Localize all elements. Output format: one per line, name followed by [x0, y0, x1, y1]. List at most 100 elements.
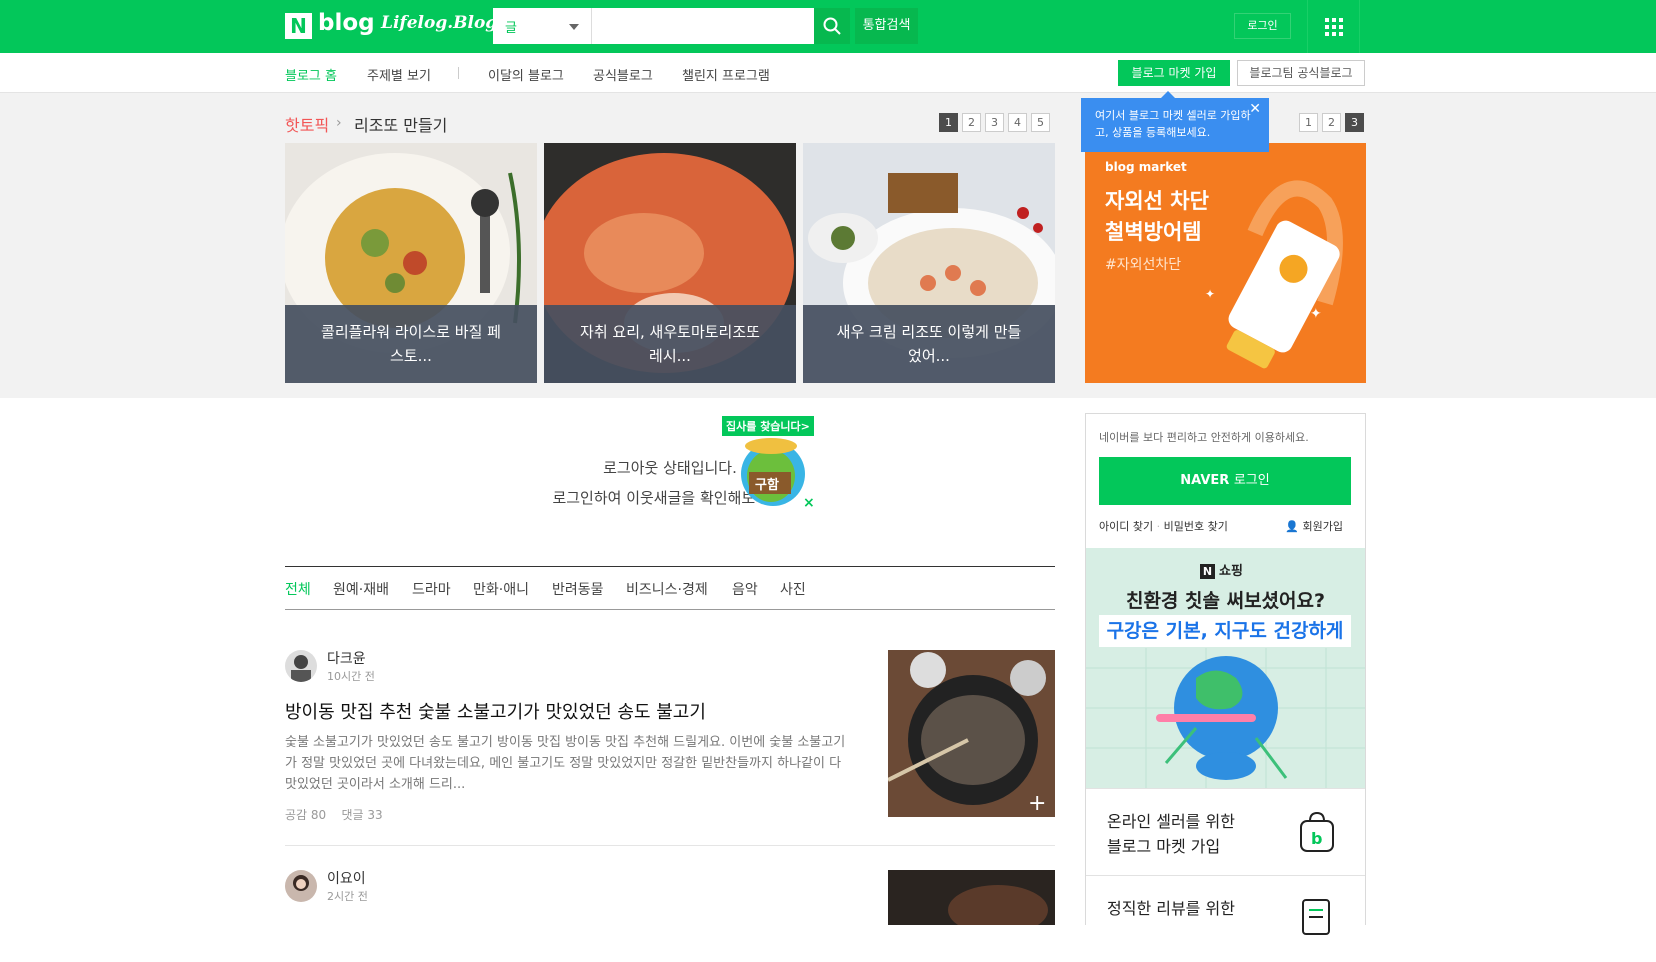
pager-page[interactable]: 3: [985, 113, 1004, 132]
ad-headline-line1: 자외선 차단: [1105, 189, 1209, 213]
close-icon[interactable]: ✕: [1249, 101, 1261, 118]
hot-card-caption: 자취 요리, 새우토마토리조또 레시...: [544, 305, 796, 383]
lifelog-logo[interactable]: Lifelog.Blog: [381, 13, 497, 33]
tab-comics[interactable]: 만화·애니: [473, 579, 529, 599]
sidebar: 네이버를 보다 편리하고 안전하게 이용하세요. NAVER 로그인 아이디 찾…: [1085, 413, 1366, 935]
post-excerpt[interactable]: 숯불 소불고기가 맛있었던 송도 불고기 방이동 맛집 방이동 맛집 추천해 드…: [285, 732, 850, 795]
ad-pager: 1 2 3: [1299, 113, 1364, 132]
total-search-button[interactable]: 통합검색: [855, 8, 918, 44]
shopping-label: N 쇼핑: [1200, 560, 1243, 579]
naver-login-brand: NAVER: [1180, 473, 1230, 488]
official-blog-button[interactable]: 블로그팀 공식블로그: [1237, 60, 1365, 86]
hot-topic-title[interactable]: 리조또 만들기: [354, 112, 447, 136]
shopping-label-text: 쇼핑: [1219, 564, 1243, 579]
nav-official-blog[interactable]: 공식블로그: [593, 65, 653, 84]
promo-line1: 온라인 셀러를 위한: [1107, 812, 1235, 831]
hot-topic-pager: 1 2 3 4 5: [939, 113, 1050, 132]
find-pw-link[interactable]: 비밀번호 찾기: [1164, 520, 1228, 533]
promo-market-join[interactable]: 온라인 셀러를 위한 블로그 마켓 가입 b: [1086, 788, 1365, 875]
pager-page[interactable]: 1: [1299, 113, 1318, 132]
blog-logo[interactable]: blog: [318, 10, 375, 36]
pager-page[interactable]: 5: [1031, 113, 1050, 132]
pager-page[interactable]: 4: [1008, 113, 1027, 132]
post-title[interactable]: 방이동 맛집 추천 숯불 소불고기가 맛있었던 송도 불고기: [285, 698, 706, 724]
post-comments: 댓글 33: [341, 808, 383, 822]
shopping-subheadline: 구강은 기본, 지구도 건강하게: [1099, 615, 1351, 647]
shopping-headline: 친환경 칫솔 써보셨어요?: [1125, 590, 1326, 612]
nav-monthly-blog[interactable]: 이달의 블로그: [488, 65, 564, 84]
promo-text: 정직한 리뷰를 위한: [1107, 896, 1235, 921]
service-menu-button[interactable]: [1307, 0, 1360, 53]
avatar[interactable]: [285, 650, 317, 682]
category-tabs: 전체 원예·재배 드라마 만화·애니 반려동물 비즈니스·경제 음악 사진: [285, 566, 1055, 610]
search-button[interactable]: [814, 8, 850, 44]
promo-line1: 정직한 리뷰를 위한: [1107, 899, 1235, 918]
tab-gardening[interactable]: 원예·재배: [333, 579, 389, 599]
hot-card[interactable]: 새우 크림 리조또 이렇게 만들었어...: [803, 143, 1055, 383]
close-icon[interactable]: ×: [803, 495, 815, 511]
promo-line2: 블로그 마켓 가입: [1107, 837, 1221, 856]
search-input[interactable]: [592, 8, 814, 44]
post-thumbnail[interactable]: [888, 870, 1055, 925]
ad-brand: blog market: [1105, 160, 1187, 174]
find-id-link[interactable]: 아이디 찾기: [1099, 520, 1153, 533]
nav-topics[interactable]: 주제별 보기: [367, 65, 431, 84]
svg-text:✦: ✦: [1205, 287, 1215, 301]
avatar[interactable]: [285, 870, 317, 902]
logout-line2[interactable]: 로그인하여 이웃새글을 확인해보세요.: [285, 483, 1055, 513]
post-author[interactable]: 이요이: [327, 868, 366, 888]
shopping-ad[interactable]: N 쇼핑 친환경 칫솔 써보셨어요? 구강은 기본, 지구도 건강하게: [1086, 548, 1365, 788]
plus-icon: +: [1028, 791, 1046, 816]
nav-challenge[interactable]: 챌린지 프로그램: [682, 65, 770, 84]
tab-drama[interactable]: 드라마: [412, 579, 451, 599]
ad-headline-line2: 철벽방어템: [1105, 220, 1202, 244]
naver-logo[interactable]: N: [285, 13, 312, 39]
logout-message: 로그아웃 상태입니다. 로그인하여 이웃새글을 확인해보세요.: [285, 453, 1055, 513]
promo-text: 온라인 셀러를 위한 블로그 마켓 가입: [1107, 809, 1235, 859]
tab-all[interactable]: 전체: [285, 579, 311, 599]
market-tooltip: 여기서 블로그 마켓 셀러로 가입하고, 상품을 등록해보세요. ✕: [1081, 91, 1269, 152]
chevron-right-icon: ›: [336, 115, 342, 131]
hot-topic-label[interactable]: 핫토픽: [285, 112, 329, 136]
hot-card-caption: 콜리플라워 라이스로 바질 페스토...: [285, 305, 537, 383]
blog-market-ad[interactable]: ✦ ✦ blog market 자외선 차단 철벽방어템 #자외선차단: [1085, 143, 1366, 383]
hot-card[interactable]: 자취 요리, 새우토마토리조또 레시...: [544, 143, 796, 383]
post-item[interactable]: 다크윤 10시간 전 방이동 맛집 추천 숯불 소불고기가 맛있었던 송도 불고…: [285, 650, 1055, 845]
pager-page[interactable]: 2: [1322, 113, 1341, 132]
post-time: 10시간 전: [327, 670, 375, 683]
post-item[interactable]: 이요이 2시간 전: [285, 870, 1055, 925]
toothbrush-illustration: [1086, 648, 1365, 788]
find-links: 아이디 찾기 · 비밀번호 찾기: [1099, 520, 1228, 533]
pager-page[interactable]: 1: [939, 113, 958, 132]
market-join-button[interactable]: 블로그 마켓 가입: [1118, 60, 1230, 86]
character-sign: 구함: [755, 477, 779, 493]
join-label: 회원가입: [1302, 520, 1343, 533]
login-button[interactable]: 로그인: [1234, 13, 1291, 39]
ad-headline: 자외선 차단 철벽방어템: [1105, 186, 1209, 248]
tab-pets[interactable]: 반려동물: [552, 579, 604, 599]
post-likes: 공감 80: [285, 808, 327, 822]
shopping-bag-icon: b: [1300, 811, 1334, 852]
chevron-down-icon: [569, 24, 579, 30]
pager-page[interactable]: 3: [1345, 113, 1364, 132]
svg-text:✦: ✦: [1310, 306, 1322, 322]
character-mascot[interactable]: 구함 ×: [735, 432, 815, 512]
document-icon: [1302, 899, 1330, 935]
top-bar: N blog Lifelog.Blog 글 통합검색 로그인: [0, 0, 1656, 53]
post-author[interactable]: 다크윤: [327, 648, 366, 668]
tooltip-text: 여기서 블로그 마켓 셀러로 가입하고, 상품을 등록해보세요.: [1095, 109, 1251, 139]
tab-photo[interactable]: 사진: [780, 579, 806, 599]
search-type-select[interactable]: 글: [493, 8, 592, 44]
nav-divider: [458, 67, 459, 79]
search-icon: [823, 17, 841, 35]
hot-card[interactable]: 콜리플라워 라이스로 바질 페스토...: [285, 143, 537, 383]
post-thumbnail[interactable]: +: [888, 650, 1055, 817]
promo-review[interactable]: 정직한 리뷰를 위한: [1086, 875, 1365, 962]
naver-login-button[interactable]: NAVER 로그인: [1099, 457, 1351, 505]
nav-home[interactable]: 블로그 홈: [285, 65, 337, 84]
pager-page[interactable]: 2: [962, 113, 981, 132]
tab-music[interactable]: 음악: [732, 579, 758, 599]
join-link[interactable]: 👤 회원가입: [1285, 518, 1343, 534]
search-type-label: 글: [505, 21, 517, 36]
tab-business[interactable]: 비즈니스·경제: [626, 579, 708, 599]
